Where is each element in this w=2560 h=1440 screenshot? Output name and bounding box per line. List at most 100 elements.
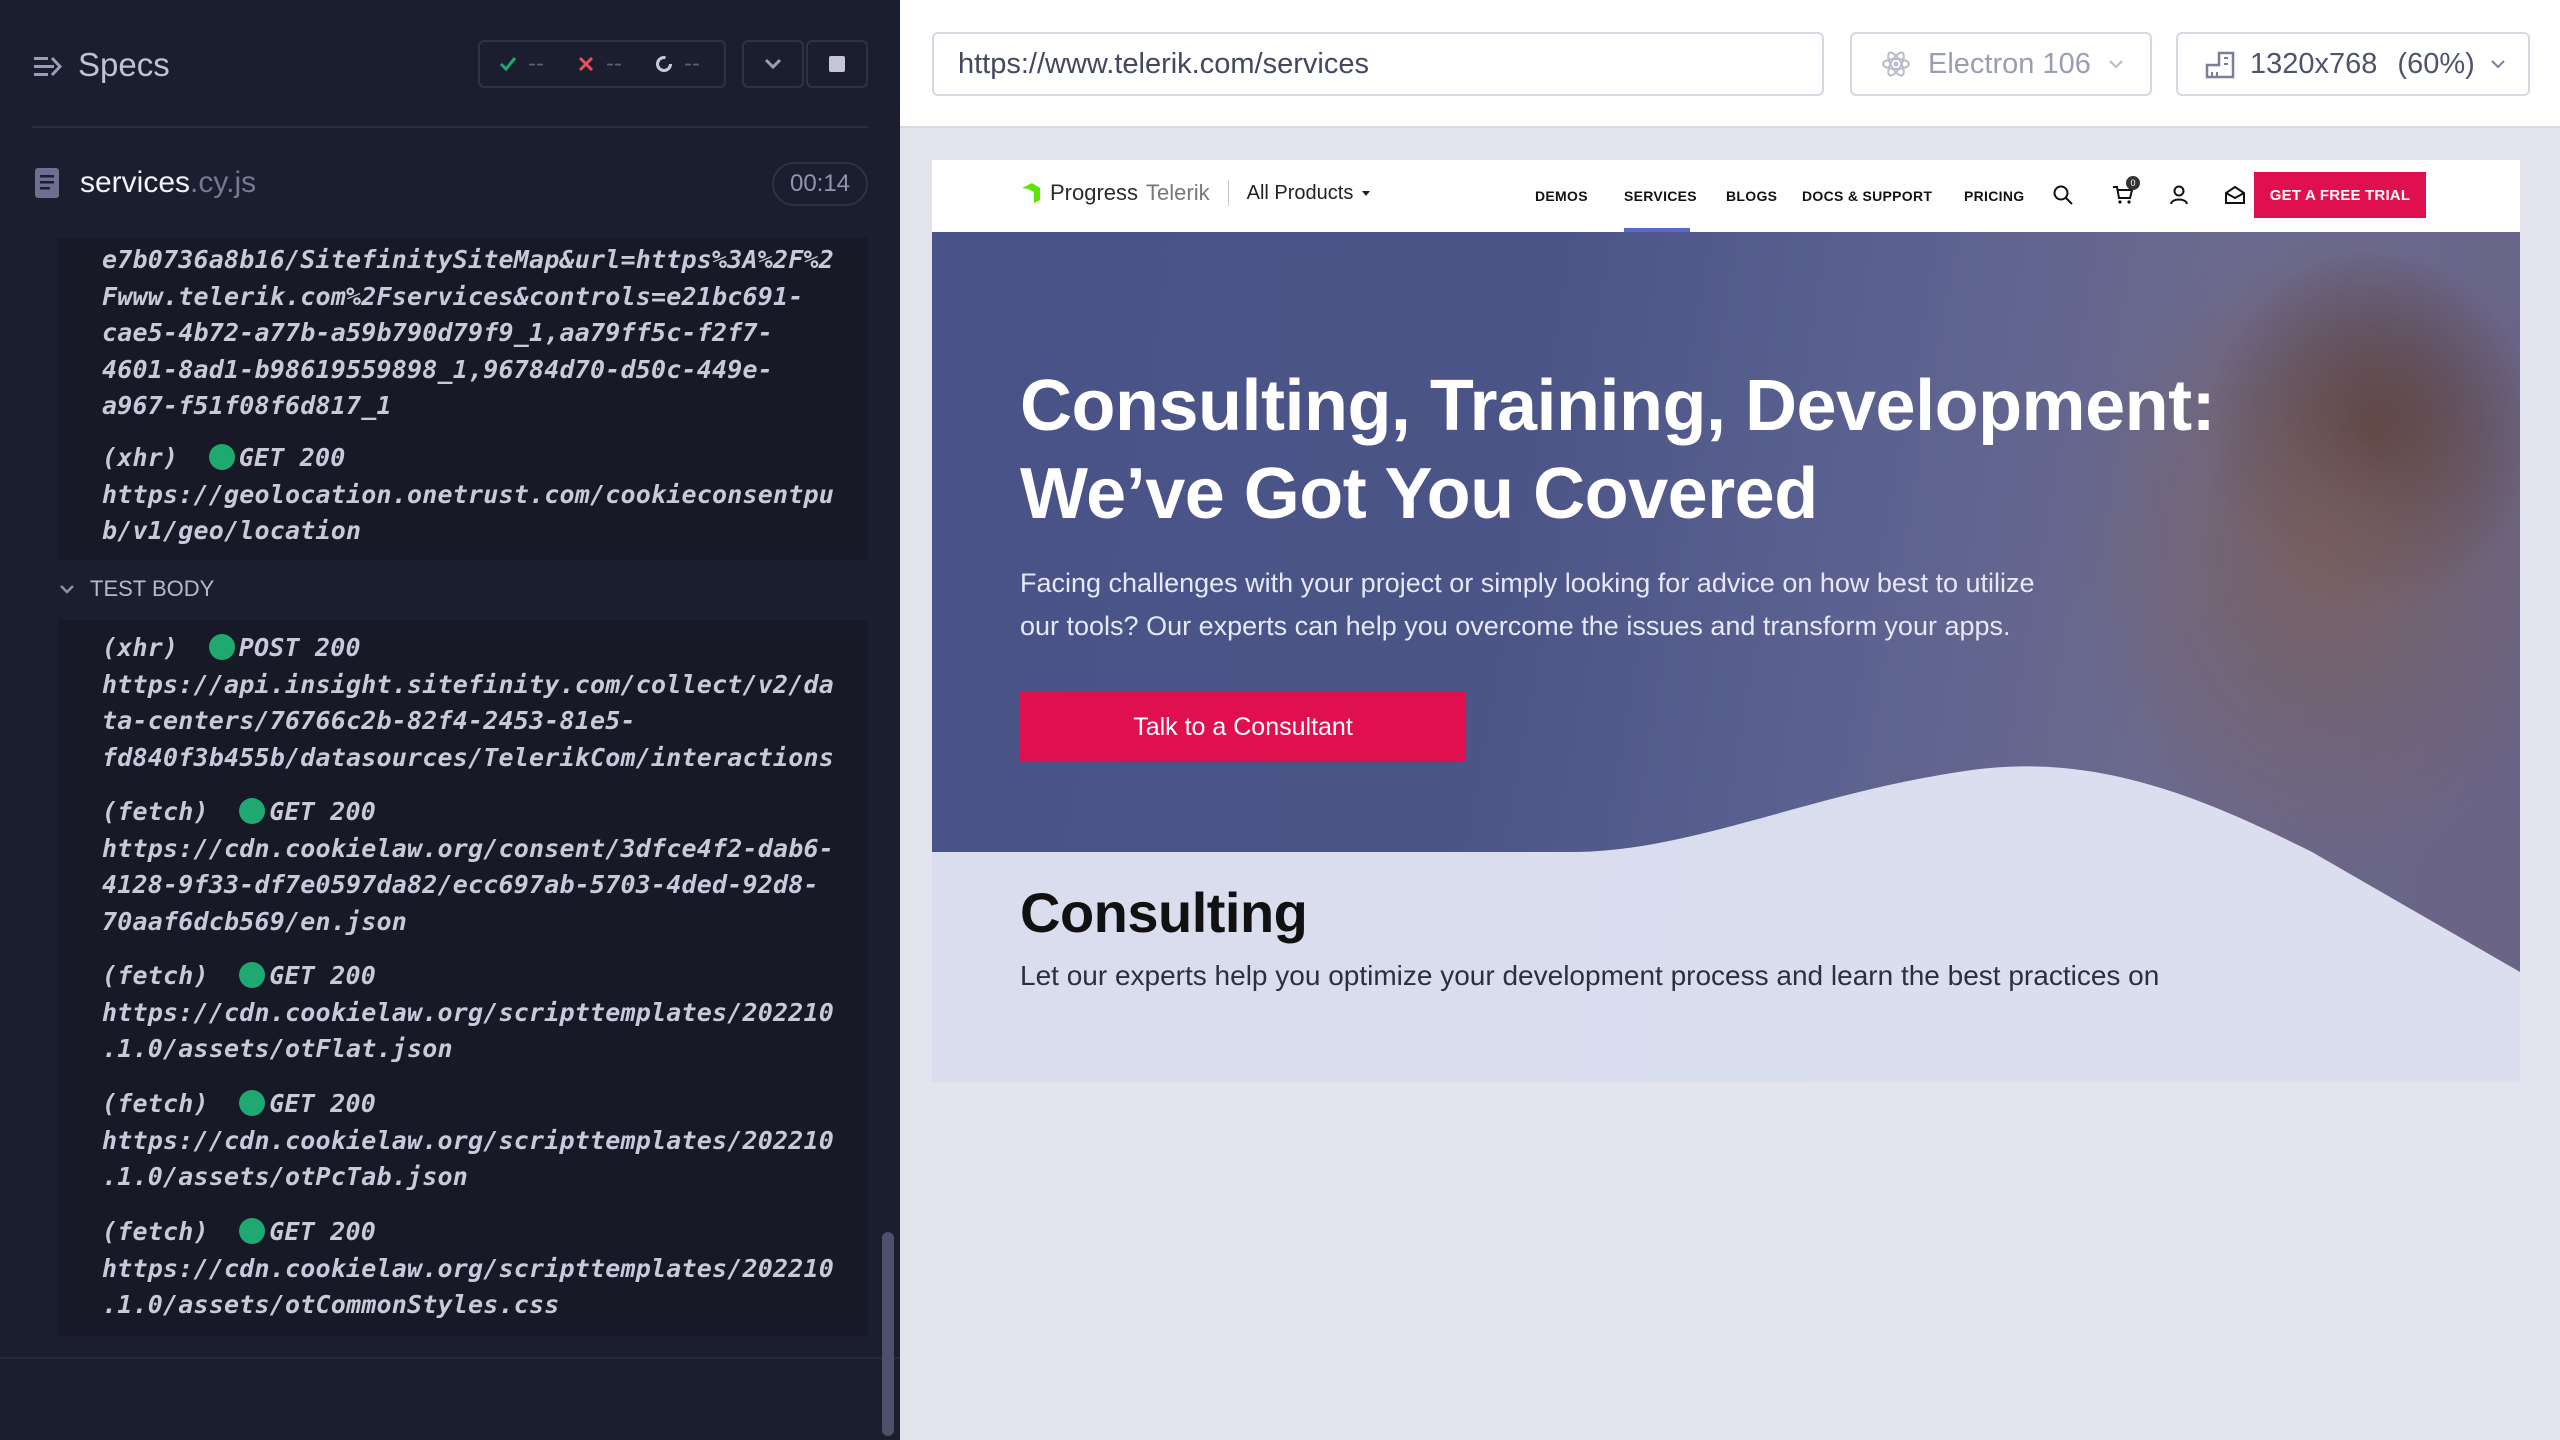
log-method: GET 200 <box>269 797 377 826</box>
log-entry[interactable]: (fetch) GET 200 https://cdn.cookielaw.or… <box>102 794 862 940</box>
stop-icon <box>829 56 845 72</box>
cart-count-badge: 0 <box>2126 176 2140 190</box>
aut-panel: https://www.telerik.com/services Electro… <box>900 0 2560 1440</box>
log-entry-url-tail[interactable]: e7b0736a8b16/SitefinitySiteMap&url=https… <box>102 242 862 425</box>
hero-title-line1: Consulting, Training, Development: <box>1020 366 2216 446</box>
status-dot-icon <box>239 962 266 988</box>
search-icon[interactable] <box>2052 184 2074 206</box>
status-dot-icon <box>208 444 235 470</box>
chevron-down-icon <box>2109 60 2123 69</box>
logo-product: Telerik <box>1146 180 1210 205</box>
log-method: GET 200 <box>269 1089 377 1118</box>
aut-toolbar: https://www.telerik.com/services Electro… <box>900 0 2560 128</box>
log-url: https://cdn.cookielaw.org/consent/3dfce4… <box>102 833 835 936</box>
free-trial-button[interactable]: GET A FREE TRIAL <box>2254 172 2426 218</box>
reporter-scrollbar[interactable] <box>882 1232 894 1436</box>
pending-count: -- <box>684 50 700 77</box>
nav-docs-support[interactable]: DOCS & SUPPORT <box>1802 188 1932 204</box>
ruler-icon <box>2205 51 2235 79</box>
footer-divider <box>0 1357 900 1359</box>
x-icon <box>578 56 594 72</box>
log-entry[interactable]: (fetch) GET 200 https://cdn.cookielaw.or… <box>102 958 862 1068</box>
spec-ext: .cy.js <box>190 166 257 199</box>
passed-count: -- <box>528 50 544 77</box>
test-stats: -- -- -- <box>478 40 726 88</box>
pending-stat: -- <box>654 50 716 78</box>
telerik-website: Consulting, Training, Development: We’ve … <box>932 160 2520 1082</box>
chevron-down-icon <box>764 58 782 70</box>
log-url: https://cdn.cookielaw.org/scripttemplate… <box>102 997 835 1064</box>
mail-icon[interactable] <box>2224 184 2246 206</box>
log-type: (fetch) <box>102 1089 209 1118</box>
nav-blogs[interactable]: BLOGS <box>1726 188 1777 204</box>
browser-label: Electron 106 <box>1928 47 2091 80</box>
all-products-dropdown[interactable]: All Products <box>1247 182 1354 205</box>
logo-separator <box>1227 180 1229 206</box>
duration-timer: 00:14 <box>772 162 868 206</box>
log-method: GET 200 <box>238 443 346 472</box>
log-type: (fetch) <box>102 1217 209 1246</box>
user-icon[interactable] <box>2168 184 2190 206</box>
nav-pricing[interactable]: PRICING <box>1964 188 2024 204</box>
log-url: https://cdn.cookielaw.org/scripttemplate… <box>102 1125 835 1192</box>
header-divider <box>32 126 868 128</box>
progress-telerik-logo[interactable]: Progress Telerik All Products <box>1020 180 1371 206</box>
status-dot-icon <box>239 1090 266 1116</box>
log-entry[interactable]: (fetch) GET 200 https://cdn.cookielaw.or… <box>102 1214 862 1324</box>
progress-logo-icon <box>1022 183 1040 203</box>
viewport-size: 1320x768 <box>2250 47 2378 80</box>
chevron-down-icon <box>60 585 74 594</box>
hero-section: Consulting, Training, Development: We’ve … <box>932 232 2520 1082</box>
hero-title: Consulting, Training, Development: We’ve … <box>1020 362 2320 538</box>
log-method: GET 200 <box>269 961 377 990</box>
log-type: (xhr) <box>102 443 179 472</box>
nav-services[interactable]: SERVICES <box>1624 188 1697 204</box>
reporter-header: Specs -- -- -- <box>0 0 900 128</box>
stop-button[interactable] <box>806 40 868 88</box>
log-method: POST 200 <box>238 633 361 662</box>
nav-demos[interactable]: DEMOS <box>1535 188 1588 204</box>
zoom-level: (60%) <box>2397 47 2475 80</box>
viewport-selector[interactable]: 1320x768 (60%) <box>2176 32 2530 96</box>
failed-stat: -- <box>576 50 638 78</box>
test-body-section[interactable]: TEST BODY <box>58 576 214 602</box>
log-type: (fetch) <box>102 961 209 990</box>
log-url: https://cdn.cookielaw.org/scripttemplate… <box>102 1253 835 1320</box>
log-type: (xhr) <box>102 633 179 662</box>
log-type: (fetch) <box>102 797 209 826</box>
specs-title[interactable]: Specs <box>78 46 170 84</box>
document-icon <box>35 168 59 198</box>
log-url: https://geolocation.onetrust.com/cookiec… <box>102 479 835 546</box>
url-bar[interactable]: https://www.telerik.com/services <box>932 32 1824 96</box>
collapse-all-button[interactable] <box>742 40 804 88</box>
browser-selector[interactable]: Electron 106 <box>1850 32 2152 96</box>
consulting-description: Let our experts help you optimize your d… <box>1020 960 2160 991</box>
spec-name: services <box>80 166 191 199</box>
consulting-heading: Consulting <box>1020 881 1308 944</box>
log-entry[interactable]: (xhr) GET 200 https://geolocation.onetru… <box>102 440 862 550</box>
active-nav-indicator <box>1624 228 1690 232</box>
log-entry[interactable]: (xhr) POST 200 https://api.insight.sitef… <box>102 630 862 776</box>
caret-down-icon <box>1362 191 1371 196</box>
status-dot-icon <box>239 798 266 824</box>
log-entry[interactable]: (fetch) GET 200 https://cdn.cookielaw.or… <box>102 1086 862 1196</box>
specs-menu-icon[interactable] <box>32 52 62 82</box>
chevron-down-icon <box>2491 60 2505 69</box>
hero-wave-shape <box>932 766 2520 1082</box>
passed-stat: -- <box>498 50 560 78</box>
cart-button[interactable]: 0 <box>2112 176 2140 206</box>
status-dot-icon <box>208 634 235 660</box>
hero-subtitle: Facing challenges with your project or s… <box>1020 568 2035 641</box>
log-url: https://api.insight.sitefinity.com/colle… <box>102 669 835 772</box>
check-icon <box>499 57 517 72</box>
hero-title-line2: We’ve Got You Covered <box>1020 454 1818 534</box>
logo-brand: Progress <box>1050 180 1139 205</box>
section-label: TEST BODY <box>90 576 215 601</box>
failed-count: -- <box>606 50 622 77</box>
site-navbar: Progress Telerik All Products DEMOS SERV… <box>932 160 2520 232</box>
command-log[interactable]: e7b0736a8b16/SitefinitySiteMap&url=https… <box>0 238 900 1358</box>
talk-to-consultant-button[interactable]: Talk to a Consultant <box>1020 692 1466 762</box>
cypress-reporter: Specs -- -- -- services.cy.js 00:14 e7b0… <box>0 0 900 1440</box>
spec-row[interactable]: services.cy.js 00:14 <box>0 150 900 216</box>
spec-file-name[interactable]: services.cy.js <box>80 166 256 200</box>
